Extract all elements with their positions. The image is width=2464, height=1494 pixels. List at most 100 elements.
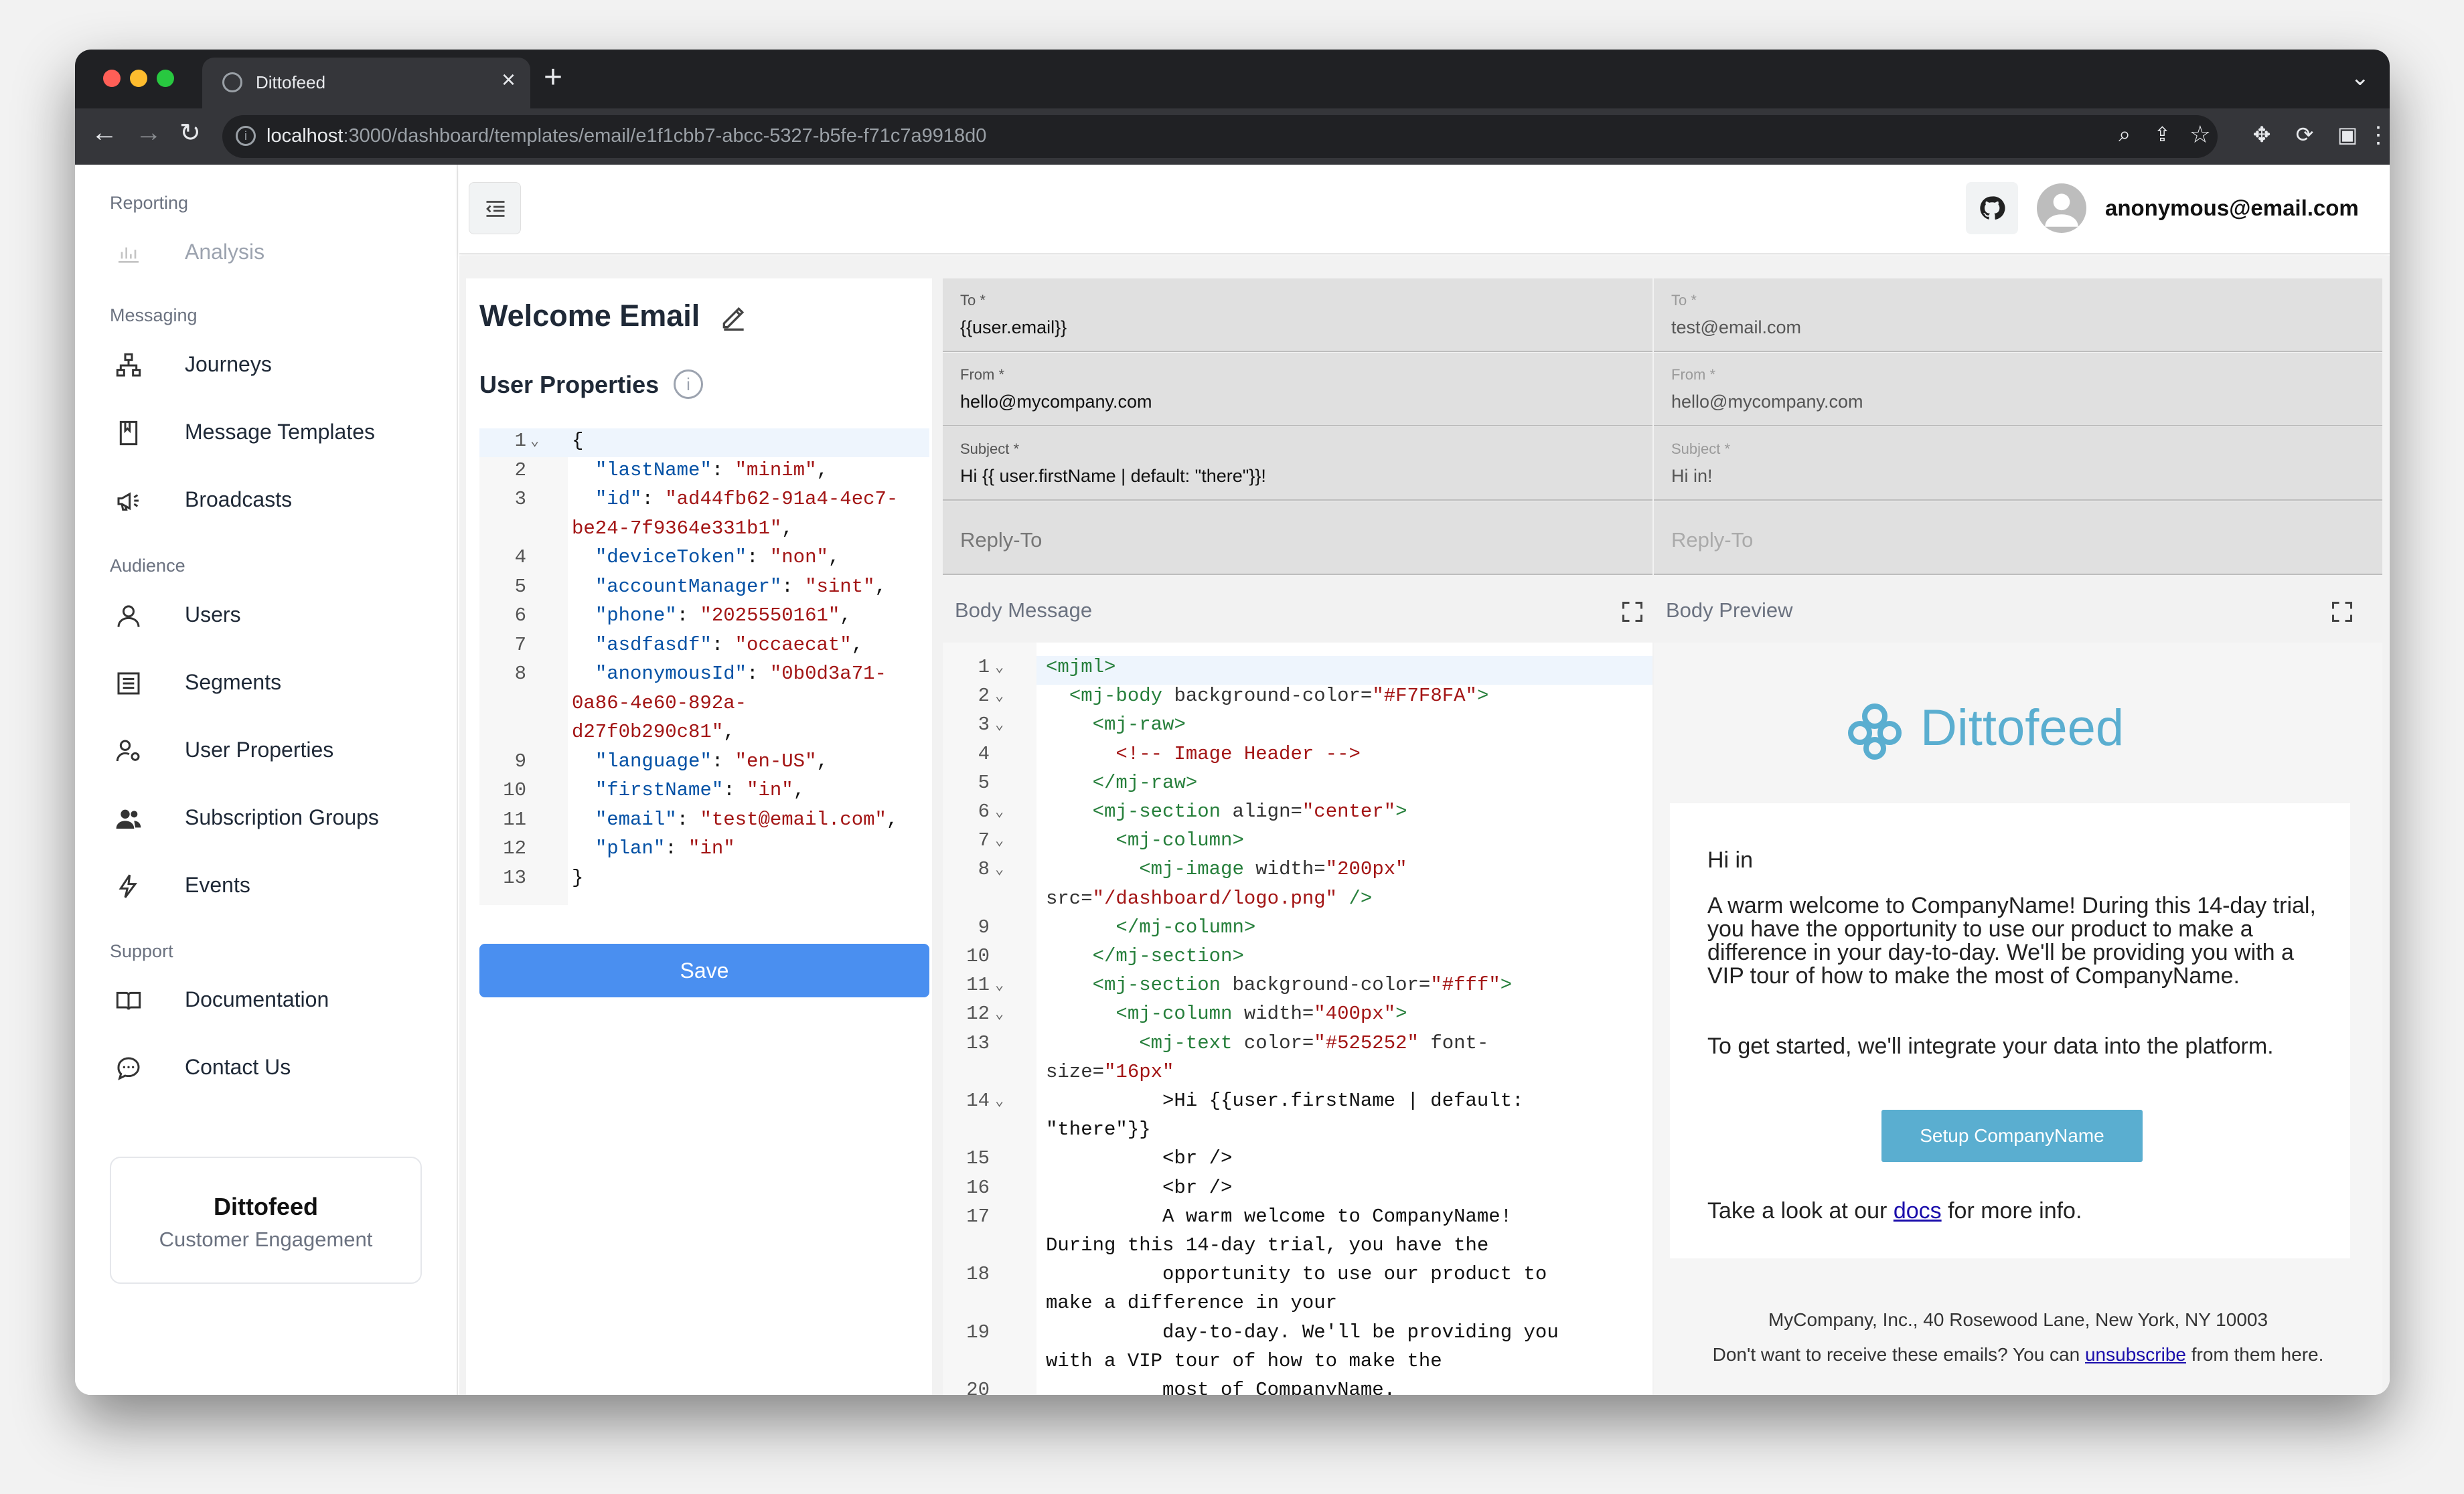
code-text: <mjml> — [1046, 656, 1116, 678]
code-text: A warm welcome to CompanyName! — [1046, 1205, 1513, 1228]
fold-chevron-icon[interactable]: ⌄ — [530, 432, 539, 450]
line-number: 5 — [978, 771, 990, 794]
maximize-window-button[interactable] — [157, 70, 174, 87]
code-text: <mj-text color="#525252" font- — [1139, 1031, 1489, 1054]
fold-chevron-icon[interactable]: ⌄ — [995, 1092, 1004, 1110]
user-email[interactable]: anonymous@email.com — [2105, 195, 2359, 221]
docs-link[interactable]: docs — [1894, 1198, 1942, 1224]
fold-chevron-icon[interactable]: ⌄ — [995, 977, 1004, 994]
line-number: 19 — [966, 1321, 990, 1343]
preview-paragraph-integrate: To get started, we'll integrate your dat… — [1707, 1033, 2274, 1059]
subject-label: Subject * — [960, 440, 1020, 457]
preview-subject-field: Subject * Hi in! — [1654, 427, 2382, 501]
fold-chevron-icon[interactable]: ⌄ — [995, 1005, 1004, 1023]
sidebar-group-messaging: Messaging — [110, 305, 198, 325]
share-icon[interactable]: ⇪ — [2154, 123, 2171, 147]
fold-chevron-icon[interactable]: ⌄ — [995, 803, 1004, 821]
close-window-button[interactable] — [103, 70, 121, 87]
browser-tab[interactable]: Dittofeed × — [202, 58, 530, 108]
code-text: "lastName": "minim", — [595, 459, 828, 481]
sidebar-item-broadcasts[interactable]: Broadcasts — [115, 475, 437, 522]
sidebar-item-label: User Properties — [185, 738, 334, 762]
sitemap-icon — [116, 353, 141, 377]
line-number: 14 — [966, 1090, 990, 1112]
sidebar-item-subscription-groups[interactable]: Subscription Groups — [115, 793, 437, 840]
forward-icon[interactable]: → — [135, 118, 162, 148]
sidebar-item-documentation[interactable]: Documentation — [115, 975, 437, 1022]
chart-icon — [119, 247, 139, 263]
code-text: <br /> — [1046, 1176, 1233, 1199]
fold-chevron-icon[interactable]: ⌄ — [995, 861, 1004, 878]
sidebar-item-user-properties[interactable]: User Properties — [115, 726, 437, 772]
body-code-editor[interactable]: 1 ⌄ <mjml> 2 ⌄ <mj-body background-color="#F… — [943, 643, 1652, 1395]
to-field[interactable]: To * {{user.email}} — [943, 278, 1652, 352]
new-tab-button[interactable]: + — [544, 59, 562, 96]
active-line-highlight — [479, 428, 929, 457]
code-text: <!-- Image Header --> — [1115, 742, 1361, 765]
edit-pencil-icon[interactable] — [719, 303, 749, 332]
fullscreen-icon[interactable] — [1620, 600, 1644, 624]
user-avatar[interactable] — [2037, 183, 2086, 233]
setup-company-button[interactable]: Setup CompanyName — [1881, 1110, 2143, 1162]
code-text: <mj-column width="400px"> — [1115, 1003, 1407, 1025]
line-number: 3 — [514, 488, 526, 510]
collapse-menu-button[interactable] — [469, 182, 521, 234]
reply-to-field[interactable]: Reply-To — [943, 501, 1652, 575]
body-preview-heading: Body Preview — [1666, 598, 1793, 622]
back-icon[interactable]: ← — [91, 118, 118, 148]
from-label: From * — [960, 366, 1004, 383]
chrome-menu-icon[interactable]: ⋮ — [2365, 122, 2390, 149]
line-number: 10 — [503, 779, 526, 801]
document-icon — [119, 420, 138, 446]
code-text: </mj-column> — [1115, 916, 1256, 938]
sidebar-item-users[interactable]: Users — [115, 590, 437, 637]
template-title: Welcome Email — [479, 299, 700, 333]
close-tab-icon[interactable]: × — [502, 66, 516, 94]
fold-chevron-icon[interactable]: ⌄ — [995, 832, 1004, 849]
bookmark-star-icon[interactable]: ☆ — [2189, 120, 2211, 149]
code-text: "id": "ad44fb62-91a4-4ec7- — [595, 488, 899, 510]
code-text: } — [572, 866, 584, 889]
sidebar-item-message-templates[interactable]: Message Templates — [115, 408, 437, 454]
sidebar-item-analysis[interactable]: Analysis — [115, 228, 437, 274]
code-text: <mj-column> — [1115, 829, 1244, 852]
zoom-icon[interactable]: ⌕ — [2119, 122, 2131, 147]
line-number: 1 — [978, 656, 990, 678]
user-properties-editor[interactable]: 1 ⌄ {2 "lastName": "minim", 3 "id": "ad44fb… — [479, 428, 929, 905]
line-number: 11 — [503, 808, 526, 831]
reply-to-placeholder: Reply-To — [960, 528, 1043, 552]
sidebar-item-journeys[interactable]: Journeys — [115, 340, 437, 387]
save-button[interactable]: Save — [479, 944, 929, 997]
unsubscribe-link[interactable]: unsubscribe — [2085, 1344, 2186, 1365]
preview-fullscreen-icon[interactable] — [2330, 600, 2354, 624]
sync-extension-icon[interactable]: ⟳ — [2291, 122, 2318, 149]
tab-search-icon[interactable]: ⌄ — [2351, 64, 2370, 91]
fold-chevron-icon[interactable]: ⌄ — [995, 716, 1004, 734]
code-text: "deviceToken": "non", — [595, 546, 840, 568]
minimize-window-button[interactable] — [130, 70, 147, 87]
from-field[interactable]: From * hello@mycompany.com — [943, 353, 1652, 426]
code-text: "there"}} — [1046, 1118, 1151, 1141]
extensions-icon[interactable]: ✥ — [2248, 122, 2275, 149]
info-icon[interactable]: i — [674, 369, 703, 399]
sidebar-item-events[interactable]: Events — [115, 861, 437, 908]
sidebar-group-audience: Audience — [110, 556, 185, 576]
subject-field[interactable]: Subject * Hi {{ user.firstName | default… — [943, 427, 1652, 501]
megaphone-icon — [117, 492, 139, 511]
address-bar[interactable]: i localhost:3000/dashboard/templates/ema… — [222, 115, 2218, 158]
sidebar-item-segments[interactable]: Segments — [115, 658, 437, 705]
side-panel-icon[interactable]: ▣ — [2334, 122, 2361, 149]
user-group-icon — [116, 809, 141, 829]
reload-icon[interactable]: ↻ — [179, 118, 201, 148]
code-text: d27f0b290c81", — [572, 721, 735, 743]
line-number: 12 — [503, 837, 526, 859]
sidebar-item-contact-us[interactable]: Contact Us — [115, 1043, 437, 1090]
site-info-icon[interactable]: i — [236, 126, 256, 146]
fold-chevron-icon[interactable]: ⌄ — [995, 659, 1004, 676]
sidebar: Reporting Analysis Messaging Journeys Me… — [75, 165, 458, 1395]
code-text: <mj-body background-color="#F7F8FA"> — [1069, 685, 1489, 708]
code-text: "firstName": "in", — [595, 779, 805, 801]
tab-strip: Dittofeed × + ⌄ — [75, 50, 2390, 108]
fold-chevron-icon[interactable]: ⌄ — [995, 687, 1004, 705]
github-button[interactable] — [1966, 182, 2018, 234]
